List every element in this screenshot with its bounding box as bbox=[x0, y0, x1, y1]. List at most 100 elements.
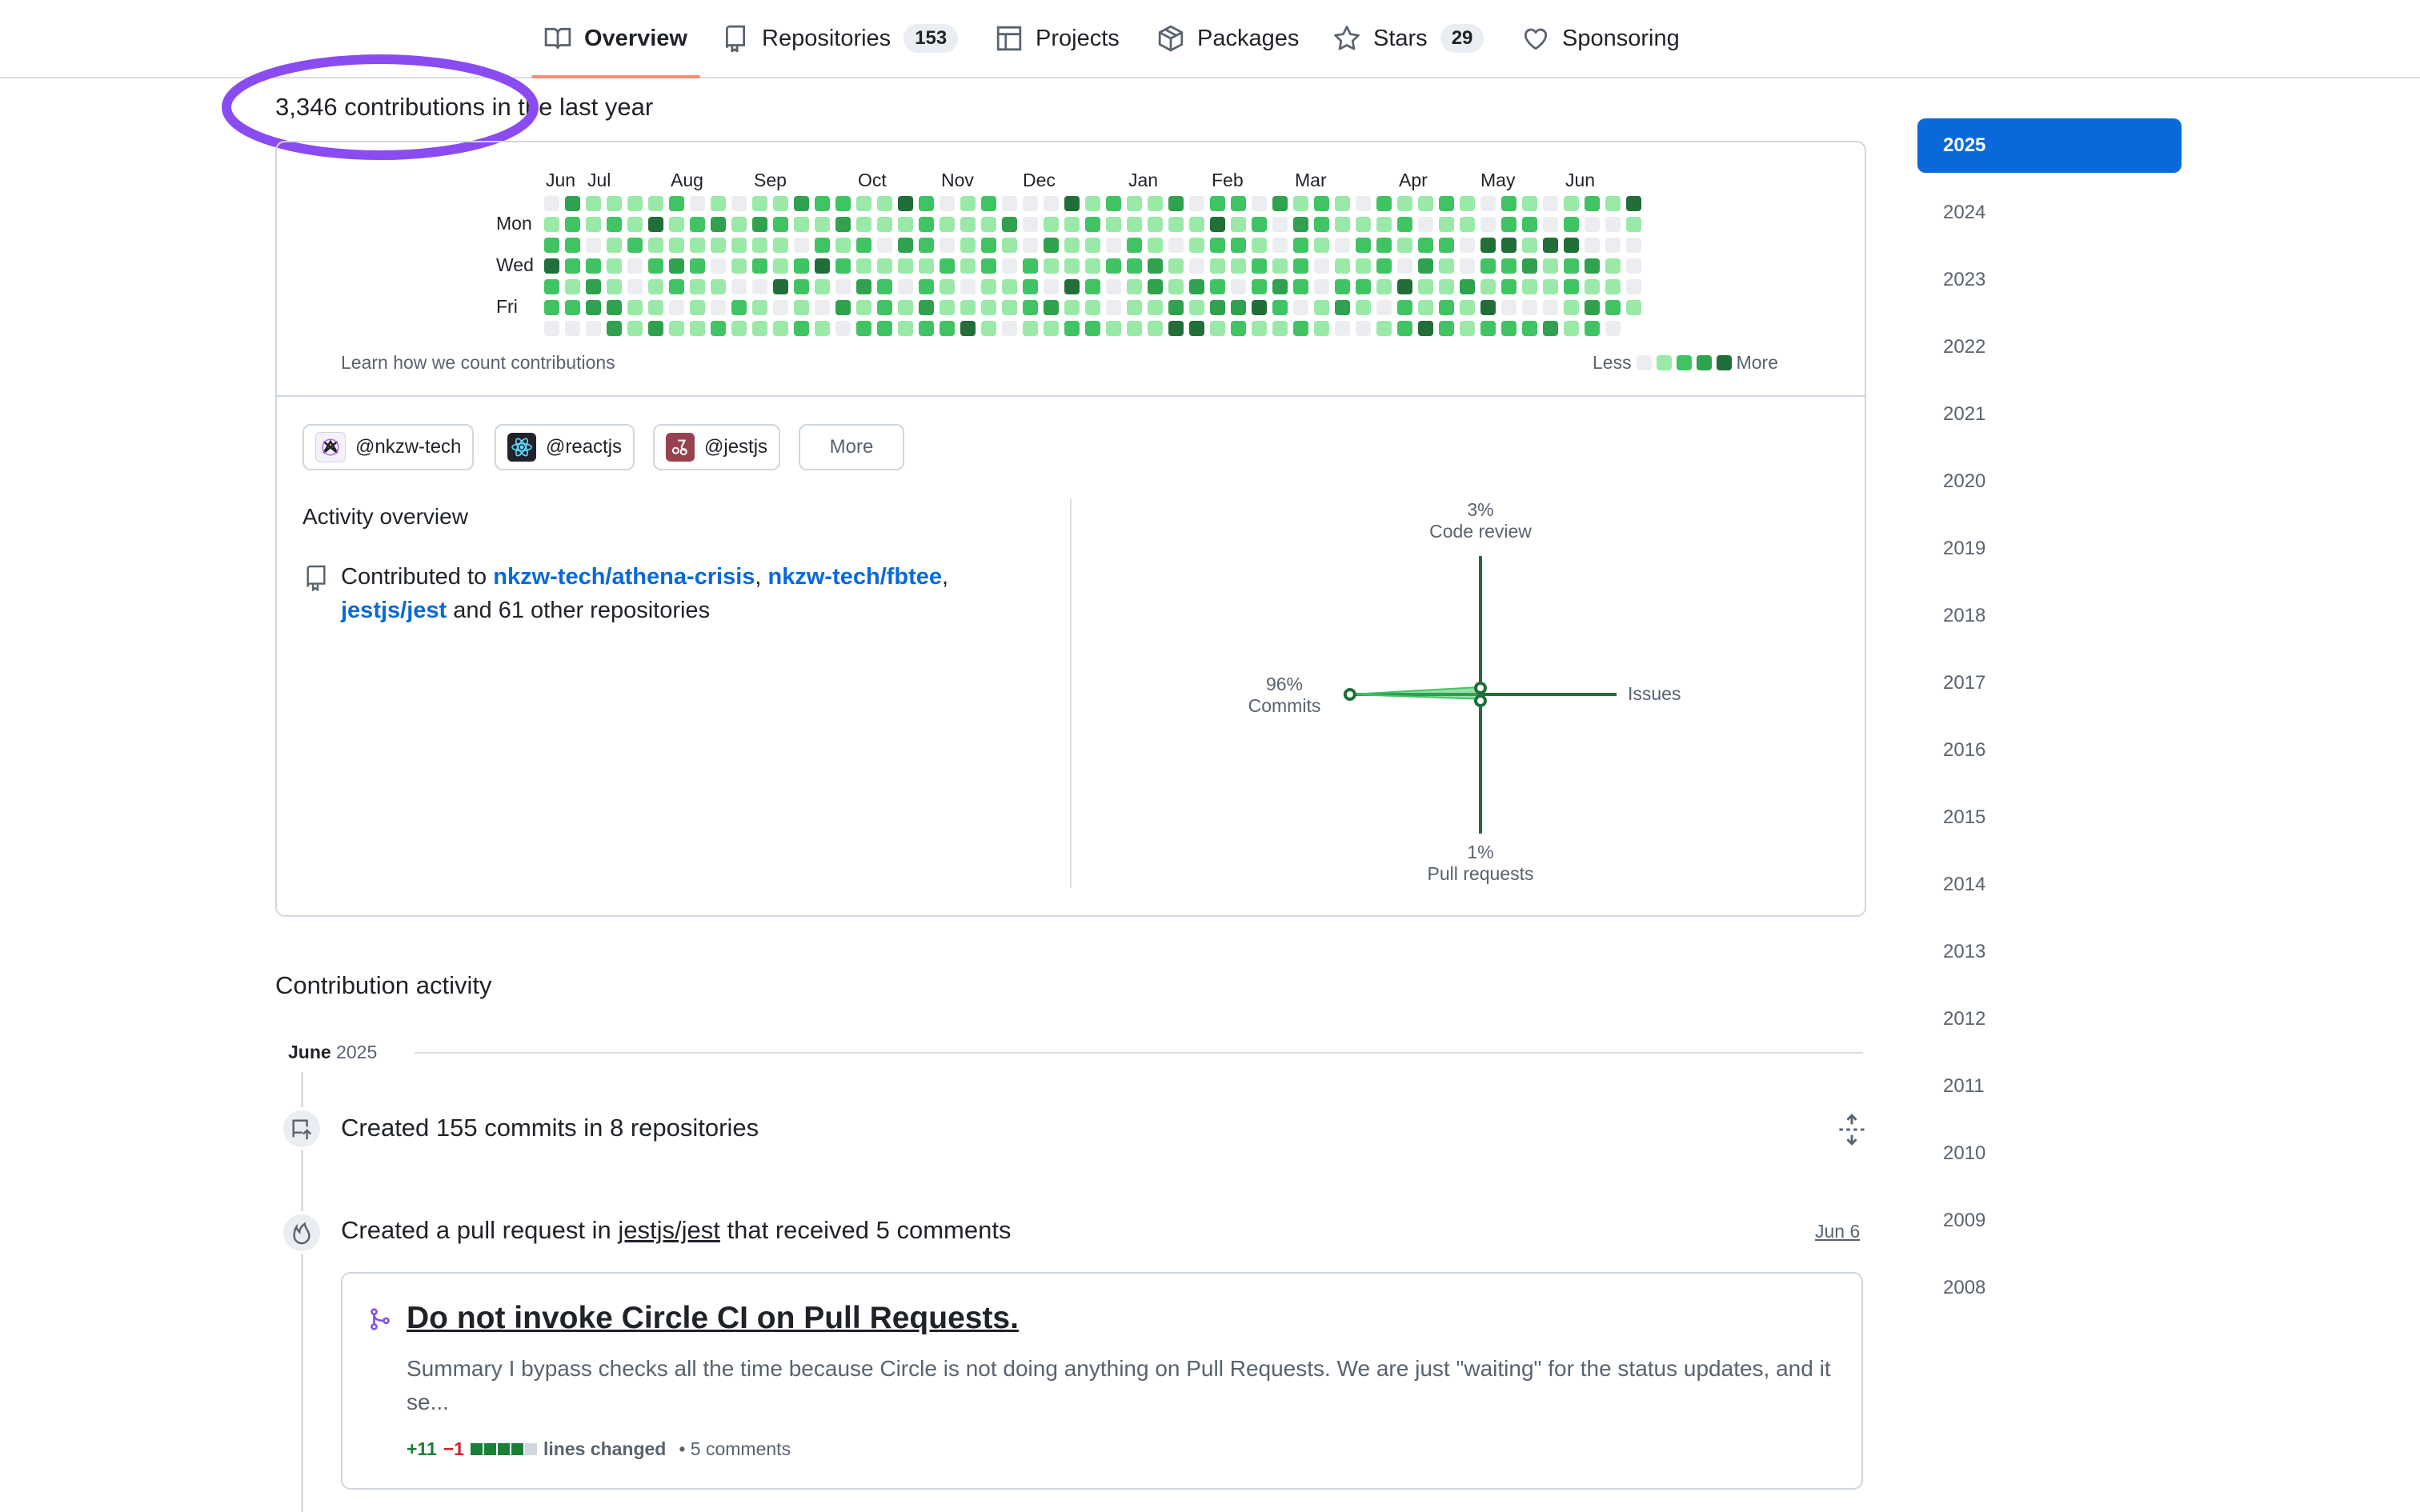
year-link-2013[interactable]: 2013 bbox=[1917, 925, 2182, 979]
contribution-day-cell[interactable] bbox=[690, 238, 705, 253]
contribution-day-cell[interactable] bbox=[835, 196, 851, 211]
contribution-day-cell[interactable] bbox=[586, 321, 601, 336]
contribution-day-cell[interactable] bbox=[1231, 196, 1246, 211]
contribution-day-cell[interactable] bbox=[1460, 196, 1475, 211]
contribution-day-cell[interactable] bbox=[1564, 258, 1579, 274]
repo-link-jest[interactable]: jestjs/jest bbox=[341, 598, 447, 623]
contribution-day-cell[interactable] bbox=[1002, 300, 1017, 315]
contribution-day-cell[interactable] bbox=[1605, 217, 1621, 232]
contribution-day-cell[interactable] bbox=[794, 258, 809, 274]
contribution-day-cell[interactable] bbox=[1189, 279, 1204, 294]
contribution-day-cell[interactable] bbox=[1460, 258, 1475, 274]
contribution-day-cell[interactable] bbox=[669, 196, 684, 211]
contribution-day-cell[interactable] bbox=[544, 217, 559, 232]
contribution-day-cell[interactable] bbox=[1168, 196, 1184, 211]
contribution-day-cell[interactable] bbox=[1085, 217, 1100, 232]
contribution-day-cell[interactable] bbox=[856, 300, 871, 315]
contribution-day-cell[interactable] bbox=[1210, 300, 1225, 315]
contribution-day-cell[interactable] bbox=[1605, 300, 1621, 315]
contribution-day-cell[interactable] bbox=[1460, 279, 1475, 294]
contribution-day-cell[interactable] bbox=[1210, 279, 1225, 294]
contribution-day-cell[interactable] bbox=[794, 217, 809, 232]
contribution-day-cell[interactable] bbox=[648, 196, 663, 211]
contribution-day-cell[interactable] bbox=[1002, 279, 1017, 294]
contribution-day-cell[interactable] bbox=[940, 321, 955, 336]
contribution-day-cell[interactable] bbox=[815, 238, 830, 253]
contribution-day-cell[interactable] bbox=[1356, 258, 1371, 274]
contribution-day-cell[interactable] bbox=[1064, 300, 1080, 315]
contribution-day-cell[interactable] bbox=[1543, 258, 1558, 274]
contribution-day-cell[interactable] bbox=[1044, 300, 1059, 315]
contribution-day-cell[interactable] bbox=[1064, 196, 1080, 211]
contribution-day-cell[interactable] bbox=[669, 300, 684, 315]
contribution-day-cell[interactable] bbox=[1418, 321, 1433, 336]
contribution-day-cell[interactable] bbox=[1439, 321, 1454, 336]
contribution-day-cell[interactable] bbox=[1023, 321, 1038, 336]
contribution-day-cell[interactable] bbox=[1272, 238, 1288, 253]
contribution-day-cell[interactable] bbox=[1335, 196, 1350, 211]
contribution-day-cell[interactable] bbox=[669, 217, 684, 232]
contribution-day-cell[interactable] bbox=[607, 279, 622, 294]
contribution-day-cell[interactable] bbox=[565, 258, 580, 274]
contribution-day-cell[interactable] bbox=[690, 196, 705, 211]
contribution-day-cell[interactable] bbox=[1148, 300, 1163, 315]
contribution-day-cell[interactable] bbox=[898, 196, 913, 211]
contribution-day-cell[interactable] bbox=[835, 217, 851, 232]
contribution-day-cell[interactable] bbox=[1626, 300, 1641, 315]
contribution-day-cell[interactable] bbox=[1501, 258, 1517, 274]
tab-stars[interactable]: Stars 29 bbox=[1333, 0, 1484, 77]
contribution-day-cell[interactable] bbox=[1626, 258, 1641, 274]
contribution-day-cell[interactable] bbox=[607, 300, 622, 315]
contribution-day-cell[interactable] bbox=[731, 321, 747, 336]
contribution-day-cell[interactable] bbox=[898, 238, 913, 253]
contribution-day-cell[interactable] bbox=[1543, 279, 1558, 294]
contribution-day-cell[interactable] bbox=[1418, 217, 1433, 232]
contribution-day-cell[interactable] bbox=[773, 321, 788, 336]
contribution-day-cell[interactable] bbox=[1085, 279, 1100, 294]
year-link-2019[interactable]: 2019 bbox=[1917, 522, 2182, 576]
contribution-day-cell[interactable] bbox=[1106, 300, 1121, 315]
contribution-day-cell[interactable] bbox=[1044, 217, 1059, 232]
contribution-day-cell[interactable] bbox=[877, 321, 892, 336]
contribution-day-cell[interactable] bbox=[627, 196, 643, 211]
contribution-day-cell[interactable] bbox=[1127, 300, 1142, 315]
contribution-day-cell[interactable] bbox=[731, 217, 747, 232]
contribution-day-cell[interactable] bbox=[1002, 196, 1017, 211]
contribution-day-cell[interactable] bbox=[877, 217, 892, 232]
contribution-day-cell[interactable] bbox=[1564, 279, 1579, 294]
contribution-day-cell[interactable] bbox=[711, 258, 726, 274]
contribution-day-cell[interactable] bbox=[1293, 196, 1308, 211]
contribution-day-cell[interactable] bbox=[1148, 321, 1163, 336]
contribution-day-cell[interactable] bbox=[586, 300, 601, 315]
contribution-day-cell[interactable] bbox=[1522, 279, 1537, 294]
contribution-day-cell[interactable] bbox=[1127, 196, 1142, 211]
contribution-day-cell[interactable] bbox=[773, 300, 788, 315]
contribution-day-cell[interactable] bbox=[1522, 258, 1537, 274]
contribution-day-cell[interactable] bbox=[1023, 238, 1038, 253]
contribution-day-cell[interactable] bbox=[1168, 217, 1184, 232]
contribution-day-cell[interactable] bbox=[960, 321, 976, 336]
contribution-day-cell[interactable] bbox=[1376, 300, 1392, 315]
contribution-day-cell[interactable] bbox=[648, 258, 663, 274]
contribution-day-cell[interactable] bbox=[1314, 196, 1329, 211]
contribution-day-cell[interactable] bbox=[1148, 279, 1163, 294]
contribution-day-cell[interactable] bbox=[1106, 279, 1121, 294]
contribution-day-cell[interactable] bbox=[565, 300, 580, 315]
year-link-2016[interactable]: 2016 bbox=[1917, 723, 2182, 778]
contribution-day-cell[interactable] bbox=[960, 258, 976, 274]
contribution-day-cell[interactable] bbox=[1044, 279, 1059, 294]
contribution-day-cell[interactable] bbox=[1335, 321, 1350, 336]
contribution-day-cell[interactable] bbox=[940, 258, 955, 274]
commits-summary[interactable]: Created 155 commits in 8 repositories bbox=[341, 1114, 759, 1142]
contribution-day-cell[interactable] bbox=[1314, 238, 1329, 253]
contribution-day-cell[interactable] bbox=[1168, 300, 1184, 315]
contribution-day-cell[interactable] bbox=[1252, 258, 1267, 274]
contribution-day-cell[interactable] bbox=[1314, 217, 1329, 232]
contribution-day-cell[interactable] bbox=[1501, 238, 1517, 253]
contribution-day-cell[interactable] bbox=[1335, 217, 1350, 232]
contribution-day-cell[interactable] bbox=[648, 238, 663, 253]
contribution-day-cell[interactable] bbox=[1460, 321, 1475, 336]
contribution-day-cell[interactable] bbox=[1064, 321, 1080, 336]
contribution-day-cell[interactable] bbox=[1252, 238, 1267, 253]
contribution-day-cell[interactable] bbox=[1564, 321, 1579, 336]
